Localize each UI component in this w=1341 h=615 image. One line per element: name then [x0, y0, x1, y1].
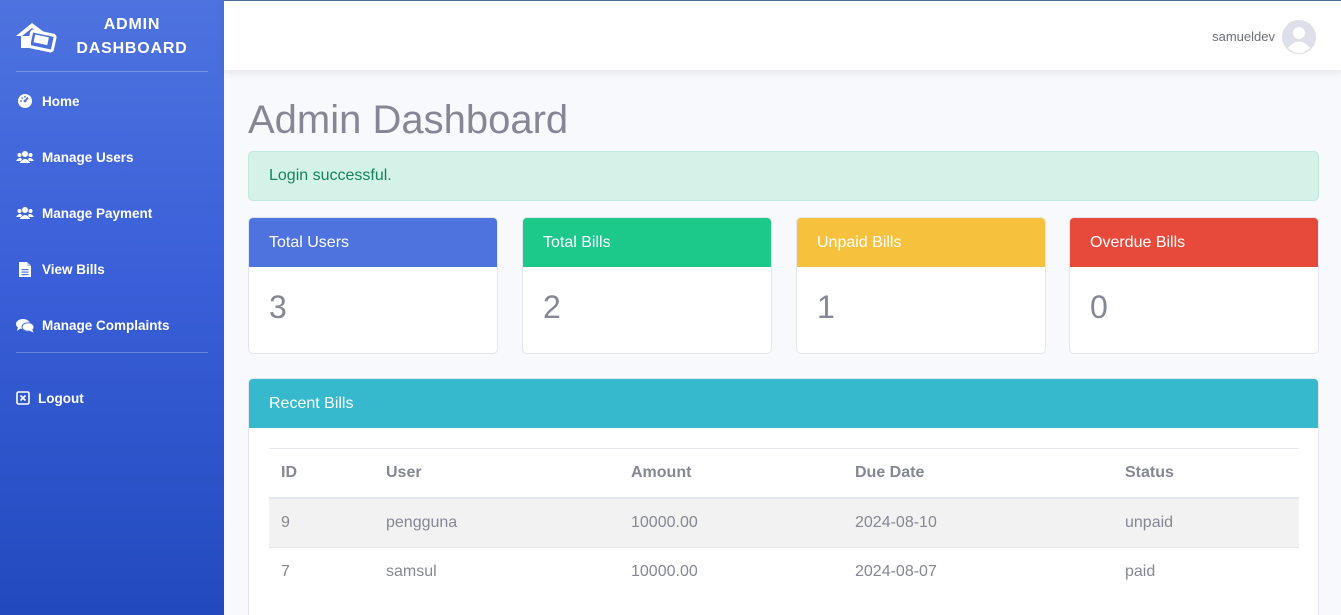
sidebar-item-label: Manage Users [42, 149, 134, 165]
recent-bills-panel: Recent Bills ID User Amount Due Date Sta… [248, 378, 1319, 615]
sidebar-item-label: Manage Payment [42, 205, 153, 221]
sidebar-item-manage-complaints[interactable]: Manage Complaints [0, 305, 224, 345]
table-row: 9 pengguna 10000.00 2024-08-10 unpaid [269, 497, 1299, 547]
cell-due-date: 2024-08-07 [843, 546, 1113, 596]
card-value: 0 [1090, 289, 1108, 325]
column-header-due-date: Due Date [855, 463, 925, 481]
cell-amount: 10000.00 [619, 497, 843, 547]
column-header-status: Status [1125, 463, 1174, 481]
card-unpaid-bills: Unpaid Bills 1 [796, 217, 1046, 354]
card-value: 3 [269, 289, 287, 325]
card-total-users: Total Users 3 [248, 217, 498, 354]
file-icon [16, 260, 34, 278]
cell-amount: 10000.00 [619, 546, 843, 596]
sidebar-item-home[interactable]: Home [0, 81, 224, 121]
panel-title: Recent Bills [249, 379, 1318, 428]
cell-id: 7 [269, 546, 374, 596]
success-alert: Login successful. [248, 151, 1319, 201]
card-total-bills: Total Bills 2 [522, 217, 772, 354]
dashboard-icon [16, 92, 34, 110]
card-header: Total Users [249, 218, 497, 267]
user-avatar-icon [1282, 20, 1316, 54]
sidebar-item-label: View Bills [42, 261, 105, 277]
sidebar-item-label: Home [42, 93, 80, 109]
cell-id: 9 [269, 497, 374, 547]
cell-user: pengguna [374, 497, 619, 547]
cell-status: paid [1113, 546, 1299, 596]
sidebar: ADMIN DASHBOARD Home Manage Users Manage… [0, 0, 224, 615]
column-header-amount: Amount [631, 463, 692, 481]
cell-user: samsul [374, 546, 619, 596]
cell-status: unpaid [1113, 497, 1299, 547]
close-box-icon [16, 389, 30, 407]
card-value: 2 [543, 289, 561, 325]
sidebar-divider [16, 352, 208, 353]
card-value: 1 [817, 289, 835, 325]
card-header: Overdue Bills [1070, 218, 1318, 267]
card-header: Unpaid Bills [797, 218, 1045, 267]
sidebar-item-manage-users[interactable]: Manage Users [0, 137, 224, 177]
avatar[interactable] [1282, 20, 1316, 54]
column-header-id: ID [281, 463, 297, 481]
sidebar-item-logout[interactable]: Logout [0, 378, 224, 418]
username[interactable]: samueldev [1212, 29, 1275, 44]
house-logo-icon [14, 20, 60, 54]
topbar: samueldev [224, 0, 1341, 70]
comments-icon [16, 316, 34, 334]
page-title: Admin Dashboard [248, 98, 569, 142]
card-header: Total Bills [523, 218, 771, 267]
table-header-row: ID User Amount Due Date Status [269, 448, 1299, 498]
sidebar-item-label: Manage Complaints [42, 317, 170, 333]
sidebar-item-view-bills[interactable]: View Bills [0, 249, 224, 289]
users-icon [16, 204, 34, 222]
sidebar-divider [16, 71, 208, 72]
cell-due-date: 2024-08-10 [843, 497, 1113, 547]
recent-bills-table: ID User Amount Due Date Status 9 penggun… [269, 448, 1299, 596]
sidebar-item-manage-payment[interactable]: Manage Payment [0, 193, 224, 233]
brand[interactable]: ADMIN DASHBOARD [0, 0, 224, 70]
users-icon [16, 148, 34, 166]
sidebar-item-label: Logout [38, 390, 84, 406]
column-header-user: User [386, 463, 422, 481]
table-row: 7 samsul 10000.00 2024-08-07 paid [269, 546, 1299, 596]
brand-title: ADMIN DASHBOARD [76, 16, 188, 57]
card-overdue-bills: Overdue Bills 0 [1069, 217, 1319, 354]
